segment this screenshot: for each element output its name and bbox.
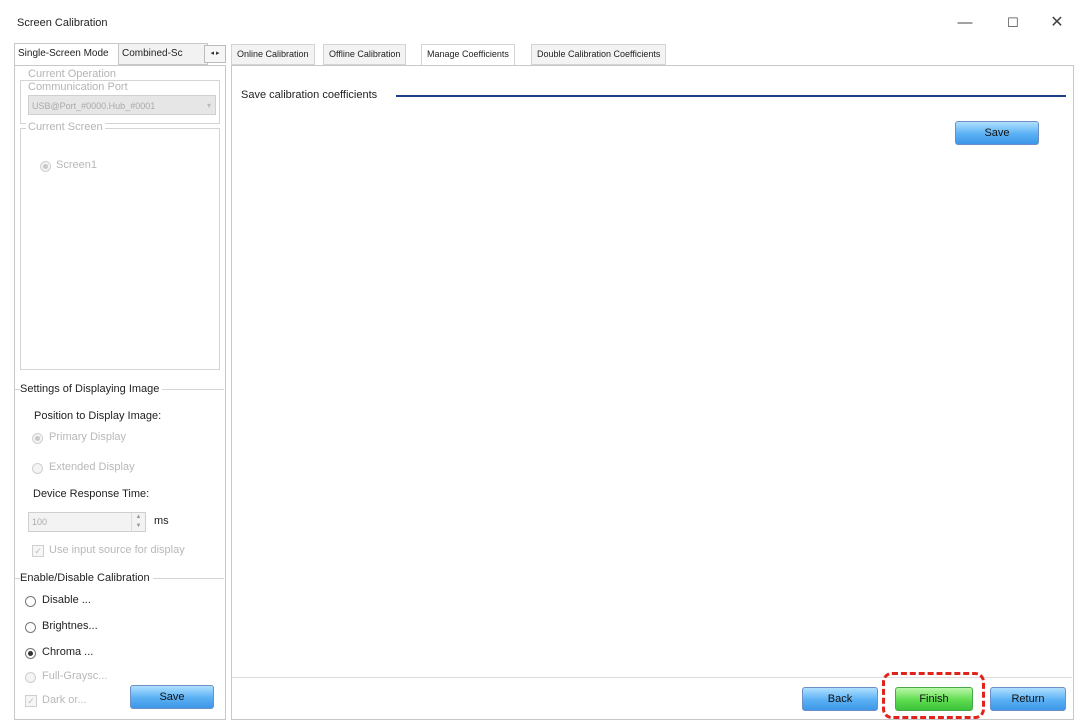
response-time-value: 100 — [32, 517, 48, 527]
primary-display-label: Primary Display — [49, 431, 127, 443]
chevron-down-icon: ▾ — [206, 101, 211, 110]
window-title: Screen Calibration — [17, 17, 108, 29]
response-time-stepper[interactable]: 100 ▲ ▼ — [28, 512, 146, 532]
current-operation-legend: Current Operation — [26, 68, 119, 80]
save-coefficients-button[interactable]: Save — [955, 121, 1039, 145]
return-button[interactable]: Return — [990, 687, 1066, 711]
full-grayscale-label: Full-Graysc... — [42, 670, 108, 682]
tab-combined-screen[interactable]: Combined-Sc — [118, 43, 208, 65]
title-bar: Screen Calibration — ☐ ✕ — [0, 0, 1079, 42]
stepper-arrows-icon[interactable]: ▲ ▼ — [131, 513, 145, 531]
screen1-radio[interactable] — [40, 161, 51, 172]
extended-display-label: Extended Display — [49, 461, 135, 473]
tab-manage-coefficients[interactable]: Manage Coefficients — [421, 44, 515, 66]
dark-or-checkbox[interactable]: ✓ — [25, 695, 37, 707]
chroma-label: Chroma ... — [42, 646, 94, 658]
screen-calibration-window: Screen Calibration — ☐ ✕ Single-Screen M… — [0, 0, 1079, 724]
calibration-toggle-legend: Enable/Disable Calibration — [20, 572, 153, 584]
tab-offline-calibration[interactable]: Offline Calibration — [323, 44, 407, 65]
save-coefficients-section-label: Save calibration coefficients — [241, 89, 378, 101]
finish-highlight-marker — [882, 672, 985, 719]
use-input-label: Use input source for display — [49, 544, 185, 556]
section-divider — [396, 95, 1066, 97]
primary-display-radio[interactable] — [32, 433, 43, 444]
display-settings-legend: Settings of Displaying Image — [20, 383, 163, 395]
dark-or-label: Dark or... — [42, 694, 87, 706]
communication-port-value: USB@Port_#0000.Hub_#0001 — [32, 101, 156, 111]
ms-unit-label: ms — [154, 515, 169, 527]
brightness-radio[interactable] — [25, 622, 36, 633]
position-label: Position to Display Image: — [34, 410, 162, 422]
current-screen-legend: Current Screen — [26, 121, 105, 133]
extended-display-radio[interactable] — [32, 463, 43, 474]
minimize-icon[interactable]: — — [952, 12, 978, 34]
manage-coefficients-panel — [231, 65, 1074, 720]
right-tab-strip: Online Calibration Offline Calibration M… — [231, 43, 1071, 66]
communication-port-label: Communication Port — [26, 81, 130, 93]
tab-double-calibration-coefficients[interactable]: Double Calibration Coefficients — [531, 44, 667, 65]
back-button[interactable]: Back — [802, 687, 878, 711]
screen1-label: Screen1 — [56, 159, 97, 171]
tab-online-calibration[interactable]: Online Calibration — [231, 44, 315, 65]
tab-scroll-arrows[interactable]: ◂ ▸ — [204, 45, 226, 63]
communication-port-select[interactable]: USB@Port_#0000.Hub_#0001 ▾ — [28, 95, 216, 115]
left-tab-strip: Single-Screen Mode Combined-Sc ◂ ▸ — [14, 43, 226, 66]
tab-single-screen-mode[interactable]: Single-Screen Mode — [14, 43, 122, 66]
disable-radio[interactable] — [25, 596, 36, 607]
full-grayscale-radio[interactable] — [25, 672, 36, 683]
maximize-icon[interactable]: ☐ — [1000, 12, 1026, 34]
response-time-label: Device Response Time: — [33, 488, 150, 500]
calibration-save-button[interactable]: Save — [130, 685, 214, 709]
brightness-label: Brightnes... — [42, 620, 98, 632]
disable-label: Disable ... — [42, 594, 91, 606]
use-input-checkbox[interactable]: ✓ — [32, 545, 44, 557]
chroma-radio[interactable] — [25, 648, 36, 659]
close-icon[interactable]: ✕ — [1044, 12, 1070, 34]
